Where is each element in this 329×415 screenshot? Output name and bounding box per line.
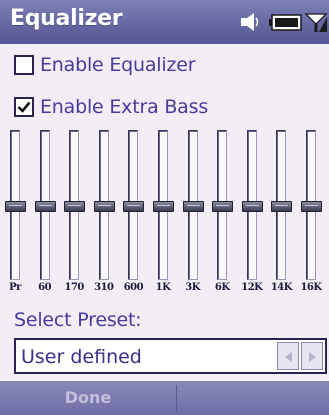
signal-icon[interactable] [305,11,327,33]
eq-slider-thumb[interactable] [241,201,263,212]
battery-icon[interactable] [269,14,303,31]
eq-slider-14k[interactable] [270,130,293,280]
eq-slider-170[interactable] [63,130,86,280]
eq-band-label: 6K [214,282,230,293]
eq-band-label: 600 [123,282,144,293]
eq-slider-thumb[interactable] [34,201,56,212]
eq-slider-pr[interactable] [4,130,26,280]
eq-band-label: 12K [241,282,263,293]
eq-band-label: Pr [9,282,21,293]
eq-band-label: 60 [38,282,52,293]
eq-slider-thumb[interactable] [212,201,234,212]
enable-extra-bass-label: Enable Extra Bass [40,96,209,118]
enable-extra-bass-checkbox[interactable] [14,97,34,117]
checkmark-icon [17,101,31,113]
enable-equalizer-checkbox[interactable] [14,55,34,75]
eq-slider-60[interactable] [34,130,56,280]
eq-band-label: 14K [270,282,293,293]
speaker-icon[interactable] [239,11,263,33]
equalizer-bands: Pr 60 170 310 600 1K 3K 6K 12K 14K 16K [0,130,329,306]
eq-slider-600[interactable] [122,130,145,280]
eq-slider-1k[interactable] [152,130,174,280]
eq-slider-thumb[interactable] [5,201,26,212]
eq-band-label: 1K [155,282,171,293]
preset-selected-value: User defined [21,346,142,368]
eq-slider-thumb[interactable] [153,201,174,212]
window-title: Equalizer [10,6,123,31]
eq-slider-thumb[interactable] [182,201,204,212]
softkey-bar: Done [0,381,329,415]
enable-equalizer-option[interactable]: Enable Equalizer [14,50,196,80]
enable-extra-bass-option[interactable]: Enable Extra Bass [14,92,208,122]
arrow-left-icon [285,352,292,362]
eq-band-label: 170 [64,282,85,293]
right-softkey[interactable] [177,381,329,415]
status-icons [227,4,327,38]
equalizer-screen: Equalizer Enable Equalizer Enable Extra … [0,0,329,415]
eq-band-label: 16K [300,282,322,293]
eq-slider-thumb[interactable] [64,201,86,212]
eq-band-label: 310 [94,282,114,293]
preset-next-button[interactable] [301,342,323,370]
eq-slider-thumb[interactable] [93,201,115,212]
eq-slider-thumb[interactable] [271,201,293,212]
arrow-right-icon [309,352,316,362]
done-softkey[interactable]: Done [0,381,176,415]
eq-slider-310[interactable] [93,130,115,280]
eq-slider-12k[interactable] [241,130,263,280]
preset-dropdown[interactable]: User defined [14,338,327,374]
eq-slider-thumb[interactable] [123,201,145,212]
preset-prev-button[interactable] [277,342,299,370]
eq-slider-6k[interactable] [211,130,234,280]
eq-band-label: 3K [185,282,200,293]
eq-slider-16k[interactable] [300,130,322,280]
select-preset-label: Select Preset: [14,309,142,331]
title-bar: Equalizer [0,0,329,44]
enable-equalizer-label: Enable Equalizer [40,54,196,76]
eq-slider-3k[interactable] [182,130,204,280]
eq-slider-thumb[interactable] [301,201,322,212]
